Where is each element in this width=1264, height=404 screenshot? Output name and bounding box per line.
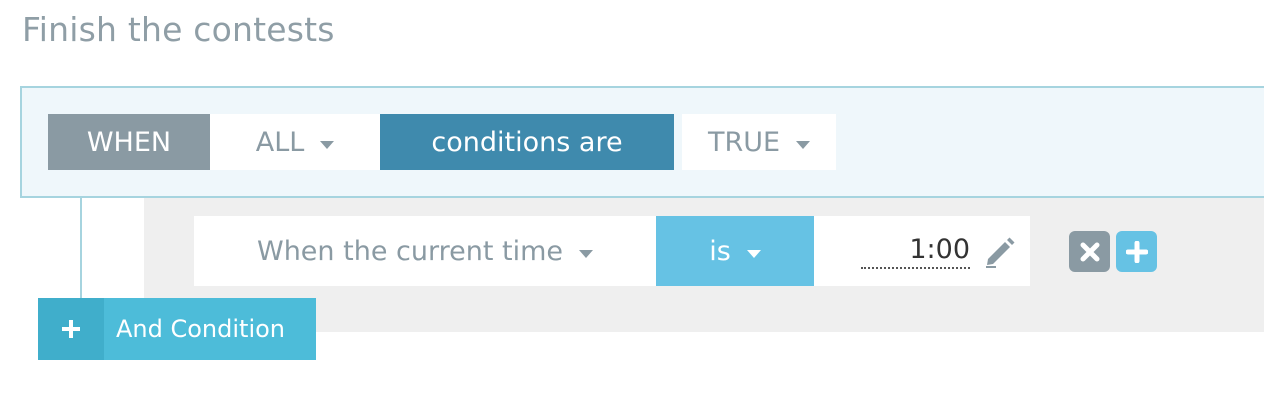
when-label: WHEN bbox=[48, 114, 210, 170]
caret-down-icon bbox=[796, 141, 811, 149]
condition-operator-value: is bbox=[709, 235, 731, 267]
condition-row: When the current time is 1:00 bbox=[194, 216, 1030, 286]
condition-operator-dropdown[interactable]: is bbox=[656, 216, 814, 286]
caret-down-icon bbox=[579, 250, 593, 258]
truth-value-dropdown[interactable]: TRUE bbox=[682, 114, 836, 170]
condition-field-value: When the current time bbox=[257, 235, 563, 267]
x-icon bbox=[1080, 242, 1099, 261]
quantifier-dropdown[interactable]: ALL bbox=[210, 114, 380, 170]
plus-icon-box bbox=[38, 298, 104, 360]
condition-field-dropdown[interactable]: When the current time bbox=[194, 216, 656, 286]
condition-value-text[interactable]: 1:00 bbox=[861, 233, 970, 269]
add-condition-inline-button[interactable] bbox=[1116, 231, 1157, 272]
plus-icon bbox=[1125, 240, 1148, 263]
connector-line bbox=[80, 198, 82, 300]
conditions-are-label: conditions are bbox=[380, 114, 674, 170]
condition-value-field: 1:00 bbox=[814, 216, 1030, 286]
pencil-icon[interactable] bbox=[982, 233, 1016, 269]
and-condition-label: And Condition bbox=[116, 315, 286, 343]
page-title: Finish the contests bbox=[22, 10, 335, 49]
remove-condition-button[interactable] bbox=[1069, 231, 1110, 272]
quantifier-value: ALL bbox=[255, 126, 305, 158]
caret-down-icon bbox=[746, 250, 761, 258]
and-condition-button[interactable]: And Condition bbox=[38, 298, 316, 360]
truth-value: TRUE bbox=[707, 126, 781, 158]
plus-icon bbox=[62, 320, 80, 338]
caret-down-icon bbox=[320, 141, 335, 149]
